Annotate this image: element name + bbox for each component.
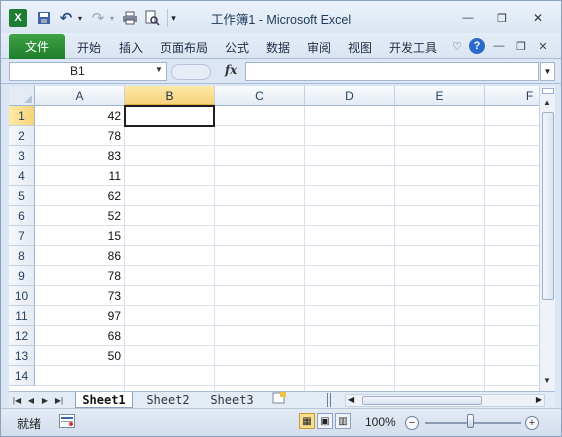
- cell-a5[interactable]: 62: [35, 186, 125, 206]
- vertical-scroll-thumb[interactable]: [542, 112, 554, 300]
- macro-record-icon[interactable]: [59, 414, 75, 428]
- zoom-out-button[interactable]: −: [405, 416, 419, 430]
- close-button[interactable]: ✕: [525, 9, 551, 27]
- scroll-left-icon[interactable]: ◀: [348, 395, 354, 404]
- column-header-b[interactable]: B: [125, 86, 215, 106]
- status-ready: 就绪: [17, 417, 42, 431]
- row-header-8[interactable]: 8: [9, 246, 35, 266]
- first-sheet-icon[interactable]: |◀: [11, 394, 23, 406]
- name-box[interactable]: B1: [9, 62, 167, 81]
- row-header-1[interactable]: 1: [9, 106, 35, 126]
- minimize-ribbon-icon[interactable]: ♡: [449, 38, 465, 54]
- sheet-tab-sheet2[interactable]: Sheet2: [139, 392, 197, 408]
- cell-a4[interactable]: 11: [35, 166, 125, 186]
- tab-review[interactable]: 审阅: [307, 39, 331, 56]
- zoom-in-button[interactable]: +: [525, 416, 539, 430]
- column-header-a[interactable]: A: [35, 86, 125, 106]
- cell-a1[interactable]: 42: [35, 106, 125, 126]
- row-header-3[interactable]: 3: [9, 146, 35, 166]
- cell-a14[interactable]: [35, 366, 125, 386]
- tab-view[interactable]: 视图: [348, 39, 372, 56]
- cell-a6[interactable]: 52: [35, 206, 125, 226]
- tab-home[interactable]: 开始: [77, 39, 101, 56]
- horizontal-scroll-thumb[interactable]: [362, 396, 482, 405]
- formula-input[interactable]: [245, 62, 539, 81]
- insert-function-icon[interactable]: fx: [225, 63, 237, 77]
- gridline-vertical: [484, 106, 485, 391]
- zoom-level[interactable]: 100%: [365, 415, 396, 429]
- page-break-view-icon[interactable]: ▥: [335, 413, 351, 429]
- last-sheet-icon[interactable]: ▶|: [53, 394, 65, 406]
- normal-view-icon[interactable]: ▦: [299, 413, 315, 429]
- excel-window: X ↶ ▾ ↷ ▾ ▾ 工作簿1 - Microsoft Excel — ❐ ✕…: [0, 0, 562, 437]
- cell-a10[interactable]: 73: [35, 286, 125, 306]
- cell-a12[interactable]: 68: [35, 326, 125, 346]
- insert-sheet-icon[interactable]: [269, 392, 289, 408]
- row-header-13[interactable]: 13: [9, 346, 35, 366]
- restore-button[interactable]: ❐: [489, 9, 515, 27]
- column-header-c[interactable]: C: [215, 86, 305, 106]
- tab-page-layout[interactable]: 页面布局: [160, 39, 208, 56]
- sheet-tab-bar: |◀ ◀ ▶ ▶| Sheet1 Sheet2 Sheet3 ◀ ▶: [9, 391, 555, 408]
- gridline-vertical: [304, 106, 305, 391]
- workbook-minimize-button[interactable]: —: [491, 38, 507, 54]
- horizontal-scrollbar[interactable]: ◀ ▶: [345, 394, 545, 407]
- tab-file[interactable]: 文件: [9, 34, 65, 59]
- cell-a7[interactable]: 15: [35, 226, 125, 246]
- title-bar: X ↶ ▾ ↷ ▾ ▾ 工作簿1 - Microsoft Excel — ❐ ✕: [1, 1, 561, 33]
- cell-a9[interactable]: 78: [35, 266, 125, 286]
- row-header-11[interactable]: 11: [9, 306, 35, 326]
- row-header-2[interactable]: 2: [9, 126, 35, 146]
- gridline-vertical: [214, 106, 215, 391]
- formula-bar-resize-handle[interactable]: [171, 64, 211, 80]
- row-header-10[interactable]: 10: [9, 286, 35, 306]
- gridline-vertical: [394, 106, 395, 391]
- cell-a11[interactable]: 97: [35, 306, 125, 326]
- cell-a2[interactable]: 78: [35, 126, 125, 146]
- cell-a8[interactable]: 86: [35, 246, 125, 266]
- tab-insert[interactable]: 插入: [119, 39, 143, 56]
- minimize-button[interactable]: —: [455, 9, 481, 27]
- cell-a13[interactable]: 50: [35, 346, 125, 366]
- split-box-handle[interactable]: [542, 88, 554, 94]
- row-header-4[interactable]: 4: [9, 166, 35, 186]
- tab-data[interactable]: 数据: [266, 39, 290, 56]
- scroll-up-icon[interactable]: ▲: [543, 98, 551, 107]
- next-sheet-icon[interactable]: ▶: [39, 394, 51, 406]
- tab-developer[interactable]: 开发工具: [389, 39, 437, 56]
- scroll-right-icon[interactable]: ▶: [536, 395, 542, 404]
- column-header-f[interactable]: F: [485, 86, 539, 106]
- tab-formulas[interactable]: 公式: [225, 39, 249, 56]
- column-header-d[interactable]: D: [305, 86, 395, 106]
- tab-split-handle[interactable]: [327, 393, 331, 407]
- vertical-scrollbar[interactable]: ▲ ▼: [539, 86, 555, 391]
- row-header-14[interactable]: 14: [9, 366, 35, 386]
- row-header-12[interactable]: 12: [9, 326, 35, 346]
- sheet-tab-sheet1[interactable]: Sheet1: [75, 392, 133, 408]
- active-cell-b1[interactable]: [124, 105, 215, 127]
- scroll-down-icon[interactable]: ▼: [543, 376, 551, 385]
- workbook-close-button[interactable]: ✕: [535, 38, 551, 54]
- status-bar: 就绪 ▦ ▣ ▥ 100% − +: [1, 408, 561, 436]
- page-layout-view-icon[interactable]: ▣: [317, 413, 333, 429]
- ribbon-tabs: 文件 开始 插入 页面布局 公式 数据 审阅 视图 开发工具 ♡ ? — ❐ ✕: [1, 33, 561, 59]
- cell-a3[interactable]: 83: [35, 146, 125, 166]
- row-header-6[interactable]: 6: [9, 206, 35, 226]
- workbook-restore-button[interactable]: ❐: [513, 38, 529, 54]
- help-icon[interactable]: ?: [469, 38, 485, 54]
- formula-bar: B1 ▼ fx ▼: [1, 60, 561, 84]
- row-header-7[interactable]: 7: [9, 226, 35, 246]
- zoom-slider-thumb[interactable]: [467, 414, 474, 428]
- sheet-tab-sheet3[interactable]: Sheet3: [203, 392, 261, 408]
- prev-sheet-icon[interactable]: ◀: [25, 394, 37, 406]
- expand-formula-bar-icon[interactable]: ▼: [540, 62, 555, 81]
- row-header-9[interactable]: 9: [9, 266, 35, 286]
- worksheet-grid[interactable]: A B C D E F 1 42 2 78 3 83 4 11 5 62 6 52 7 15 8 86 9 78 10 73 11 9…: [9, 86, 539, 391]
- column-header-e[interactable]: E: [395, 86, 485, 106]
- name-box-dropdown-icon[interactable]: ▼: [155, 65, 163, 74]
- row-header-5[interactable]: 5: [9, 186, 35, 206]
- select-all-corner[interactable]: [9, 86, 35, 106]
